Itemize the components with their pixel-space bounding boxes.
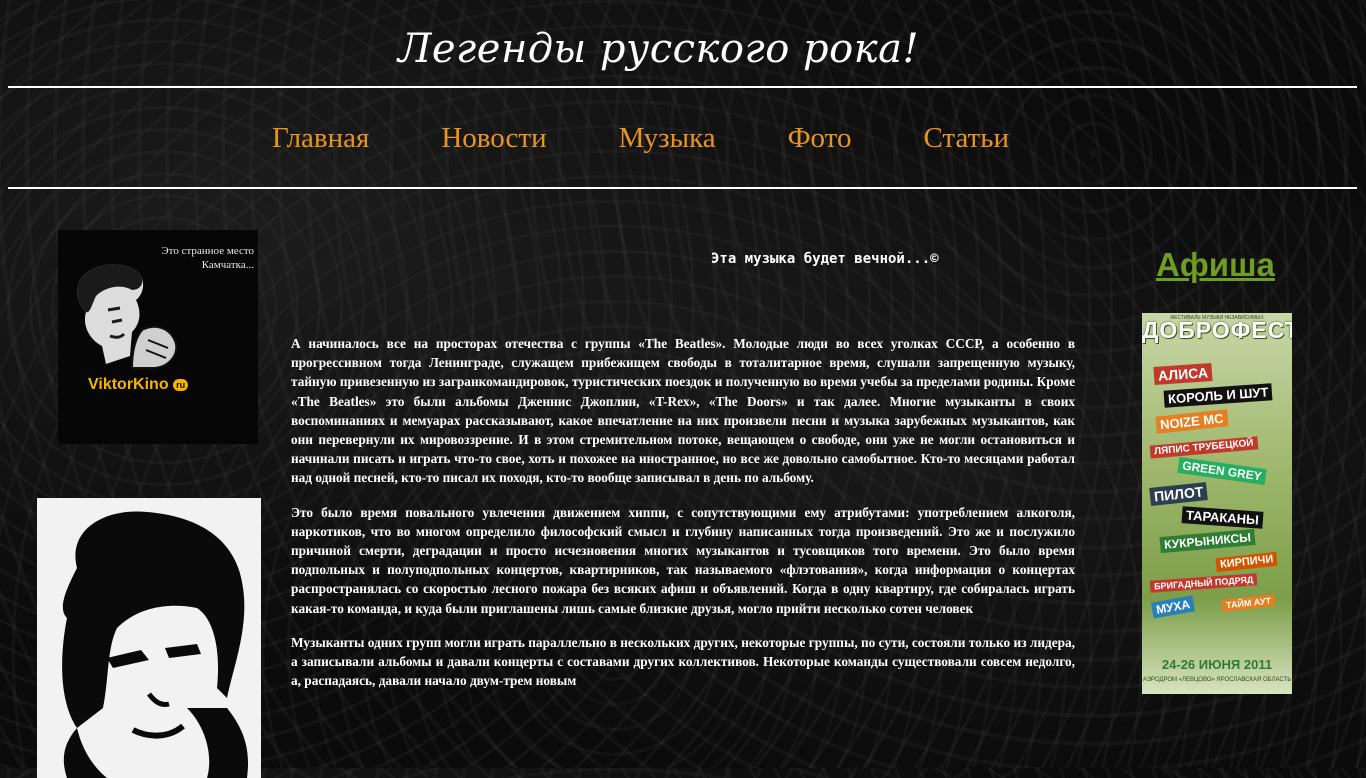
nav-item-articles[interactable]: Статьи — [923, 120, 1009, 160]
poster-band-label: NOIZE MC — [1155, 409, 1229, 434]
poster-band-label: ЛЯПИС ТРУБЕЦКОЙ — [1149, 436, 1259, 459]
poster-band-label: ТАРАКАНЫ — [1181, 506, 1264, 529]
header-divider-top — [8, 86, 1357, 88]
article-paragraph: Это было время повального увлечения движ… — [291, 504, 1075, 616]
site-title: Легенды русского рока! — [398, 26, 920, 72]
banner-caption-line1: Это странное место — [161, 245, 254, 257]
poster-band-label: МУХА — [1150, 595, 1196, 619]
nav-item-home[interactable]: Главная — [272, 120, 369, 160]
slogan: Эта музыка будет вечной...© — [711, 251, 939, 267]
afisha-link[interactable]: Афиша — [1156, 246, 1275, 284]
poster-dates: 24-26 ИЮНЯ 2011 — [1161, 657, 1273, 672]
nav-item-music[interactable]: Музыка — [619, 120, 716, 160]
poster-band-label: ПИЛОТ — [1149, 482, 1209, 506]
poster-band-label: КИРПИЧИ — [1215, 551, 1278, 573]
tsoi-illustration — [77, 264, 178, 369]
poster-band-label: GREEN GREY — [1177, 456, 1267, 486]
nav-item-news[interactable]: Новости — [441, 120, 546, 160]
viktorkino-logo: ViktorKino ru — [88, 376, 189, 394]
brand-name: ViktorKino — [88, 376, 169, 393]
poster-title: ДОБРОФЕСТ — [1142, 317, 1292, 343]
poster-band-label: ТАЙМ АУТ — [1221, 594, 1276, 612]
article-paragraph: Музыканты одних групп могли играть парал… — [291, 634, 1075, 689]
portrait-illustration — [37, 498, 261, 778]
poster-band-label: КУКРЫНИКСЫ — [1159, 528, 1256, 554]
poster-band-label: КОРОЛЬ И ШУТ — [1163, 383, 1273, 408]
portrait-image — [37, 498, 261, 778]
article-paragraph: А начиналось все на просторах отечества … — [291, 336, 1075, 486]
brand-suffix: ru — [173, 378, 189, 391]
poster-address: АЭРОДРОМ «ЛЕВЦОВО» ЯРОСЛАВСКАЯ ОБЛАСТЬ — [1142, 677, 1292, 683]
poster-band-label: АЛИСА — [1153, 362, 1213, 386]
header-divider-bottom — [8, 187, 1357, 189]
dobrofest-poster[interactable]: ФЕСТИВАЛЬ МУЗЫКИ НЕЗАВИСИМЫХ ДОБРОФЕСТ А… — [1142, 313, 1292, 694]
viktorkino-banner[interactable]: Это странное место Камчатка... ViktorKin… — [58, 230, 258, 444]
article-text: А начиналось все на просторах отечества … — [291, 334, 1075, 705]
nav-item-photo[interactable]: Фото — [788, 120, 852, 160]
main-nav: Главная Новости Музыка Фото Статьи — [272, 120, 1009, 160]
poster-band-label: БРИГАДНЫЙ ПОДРЯД — [1149, 573, 1258, 593]
